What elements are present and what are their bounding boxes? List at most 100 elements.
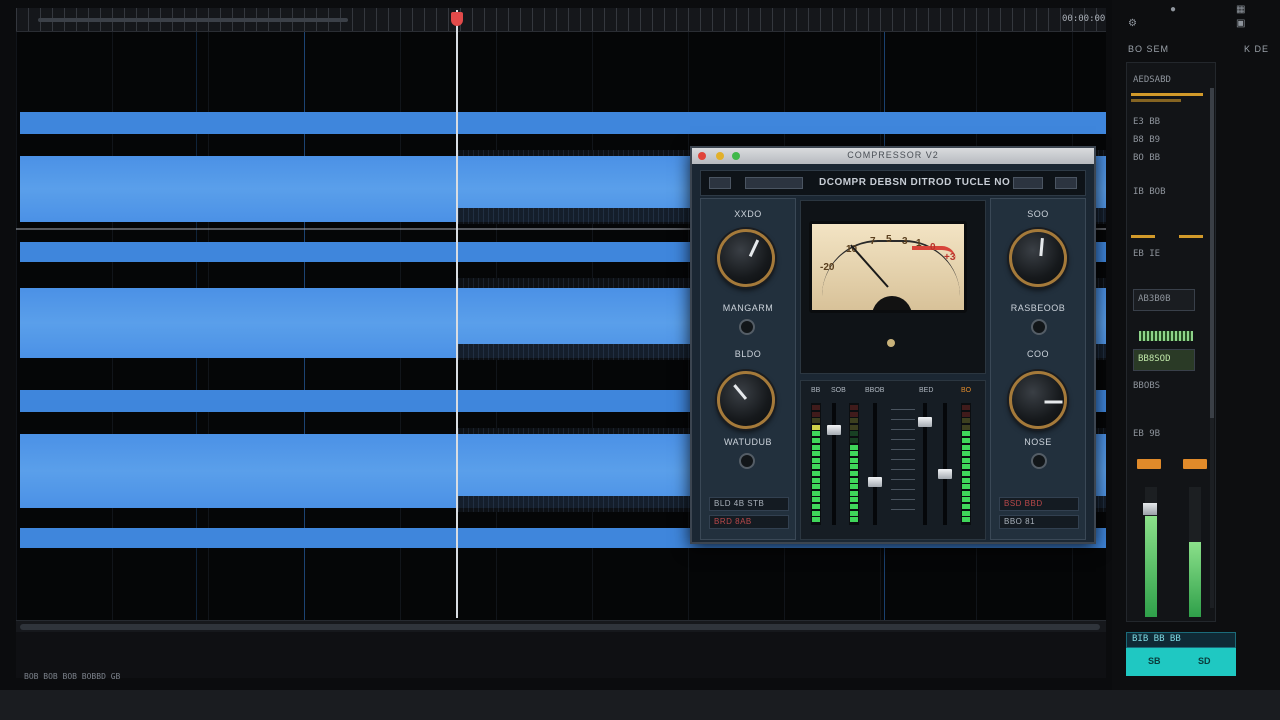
preset-button[interactable]	[709, 177, 731, 189]
playhead-line[interactable]	[456, 10, 458, 618]
led-segment	[962, 451, 970, 457]
insert-slot-bar[interactable]	[1131, 93, 1203, 96]
record-icon[interactable]: ●	[1170, 4, 1176, 15]
led-segment	[962, 504, 970, 509]
right-knob2-label: NOSE	[1024, 437, 1052, 447]
footer-bar	[0, 690, 1280, 720]
led-segment	[812, 424, 820, 430]
mixer-panel-title-2: K DE	[1244, 44, 1270, 54]
export-button[interactable]: SB SD	[1126, 648, 1236, 676]
playhead-marker[interactable]	[451, 12, 463, 26]
left-bypass-button[interactable]	[739, 319, 755, 335]
horizontal-scrollbar[interactable]	[16, 620, 1106, 632]
strip-subtitle: AEDSABD	[1133, 75, 1171, 85]
gr-led-meter	[849, 403, 859, 525]
eq-readout[interactable]: BB8SOD	[1133, 349, 1195, 371]
compressor-plugin-window[interactable]: COMPRESSOR V2 DCOMPR DEBSN DITROD TUCLE …	[690, 146, 1096, 544]
led-segment	[850, 517, 858, 523]
mute-button[interactable]	[1183, 459, 1207, 469]
led-segment	[962, 484, 970, 490]
compare-button[interactable]	[1013, 177, 1043, 189]
threshold-knob[interactable]	[717, 229, 775, 287]
strip-row: EB 9B	[1133, 429, 1161, 439]
left-link-button[interactable]	[739, 453, 755, 469]
led-segment	[850, 411, 858, 417]
ratio-fader[interactable]	[868, 477, 882, 487]
release-fader[interactable]	[918, 417, 932, 427]
meter-mark: +3	[944, 252, 956, 263]
fader-scale	[891, 409, 915, 519]
mixer-header: BB	[811, 387, 821, 394]
plugin-slot[interactable]: AB3B0B	[1133, 289, 1195, 311]
mixer-header: BBOB	[865, 387, 885, 394]
led-segment	[812, 471, 820, 476]
scrollbar-thumb[interactable]	[20, 624, 1100, 630]
led-segment	[812, 504, 820, 509]
right-foot-2: BBO 81	[999, 515, 1079, 529]
led-segment	[962, 477, 970, 483]
solo-button[interactable]	[1137, 459, 1161, 469]
makeup-fader-track[interactable]	[943, 403, 947, 525]
release-knob[interactable]	[1009, 371, 1067, 429]
led-segment	[850, 451, 858, 457]
audio-track-1[interactable]	[16, 112, 1106, 134]
right-level-fill	[1189, 541, 1201, 617]
input-fader-track[interactable]	[832, 403, 836, 525]
right-link-button[interactable]	[1031, 453, 1047, 469]
export-button-left-label: SB	[1148, 656, 1161, 666]
plugin-titlebar[interactable]: COMPRESSOR V2	[692, 148, 1094, 164]
led-segment	[812, 464, 820, 470]
channel-volume-fader[interactable]	[1143, 503, 1157, 515]
led-segment	[850, 424, 858, 430]
led-segment	[962, 418, 970, 424]
settings-button[interactable]	[1055, 177, 1077, 189]
right-mid-label: COO	[1026, 349, 1049, 359]
left-foot-1: BLD 4B STB	[709, 497, 789, 511]
gear-icon[interactable]: ⚙	[1128, 18, 1137, 29]
led-segment	[850, 405, 858, 410]
led-segment	[850, 471, 858, 476]
left-control-panel: XXDO MANGARM BLDO WATUDUB BLD 4B STB BRD…	[700, 198, 796, 540]
strip-row: BBOBS	[1133, 381, 1161, 391]
gain-reduction-section: BB SOB BBOB BED BO	[800, 380, 986, 540]
attack-knob[interactable]	[717, 371, 775, 429]
insert-slot-bar[interactable]	[1131, 99, 1181, 102]
output-led-meter	[961, 403, 971, 525]
led-segment	[812, 451, 820, 457]
menu-icon[interactable]: ▦	[1236, 4, 1245, 15]
led-segment	[962, 464, 970, 470]
led-segment	[850, 497, 858, 503]
mixer-panel: ⚙ ● ▦ ▣ BO SEM K DE AEDSABD E3 BB B8 B9 …	[1112, 0, 1280, 690]
led-segment	[812, 438, 820, 443]
strip-row: IB BOB	[1133, 187, 1166, 197]
right-foot-1: BSD BBD	[999, 497, 1079, 511]
preset-selector[interactable]	[745, 177, 803, 189]
makeup-fader[interactable]	[938, 469, 952, 479]
mixer-scrollbar[interactable]	[1210, 88, 1214, 608]
timeline-ruler[interactable]: 00:00:00	[16, 8, 1106, 32]
input-led-meter	[811, 403, 821, 525]
mixer-scrollbar-thumb[interactable]	[1210, 88, 1214, 418]
mixer-header: BED	[919, 387, 934, 394]
mixer-panel-title: BO SEM	[1128, 44, 1170, 54]
left-knob2-label: WATUDUB	[724, 437, 772, 447]
led-segment	[962, 497, 970, 503]
meter-mark: 5	[886, 234, 892, 245]
strip-row: EB IE	[1133, 249, 1161, 259]
input-fader[interactable]	[827, 425, 841, 435]
loop-region[interactable]	[38, 18, 348, 22]
led-segment	[850, 444, 858, 450]
led-segment	[812, 457, 820, 463]
right-bypass-button[interactable]	[1031, 319, 1047, 335]
window-icon[interactable]: ▣	[1236, 18, 1245, 29]
channel-strip: AEDSABD E3 BB B8 B9 BO BB IB BOB EB IE A…	[1126, 62, 1216, 622]
led-segment	[812, 484, 820, 490]
meter-mark: -20	[820, 262, 835, 273]
ratio-fader-track[interactable]	[873, 403, 877, 525]
mixer-header: BO	[961, 387, 972, 394]
waveform-clip[interactable]	[20, 112, 1106, 134]
ratio-knob[interactable]	[1009, 229, 1067, 287]
knob-pointer	[1039, 237, 1044, 257]
eq-readout-label: BB8SOD	[1138, 354, 1171, 364]
led-segment	[812, 411, 820, 417]
